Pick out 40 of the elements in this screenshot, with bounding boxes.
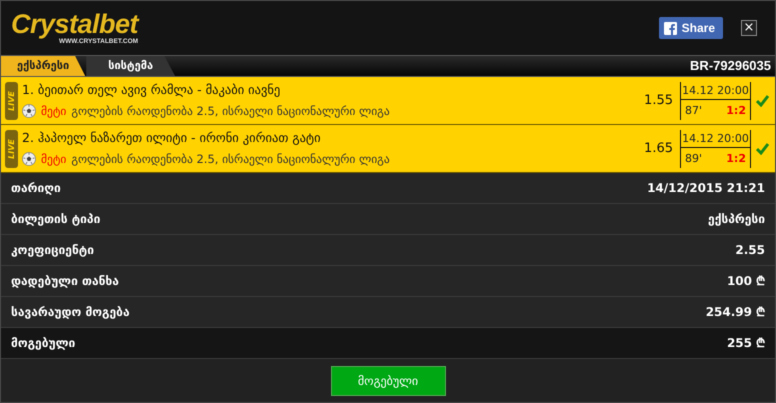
odds-value: 1.55: [644, 92, 673, 110]
match-minute: 87': [685, 103, 702, 119]
share-button[interactable]: Share: [658, 17, 723, 39]
match-minute: 89': [685, 151, 702, 167]
market-text: გოლების რაოდენობა 2.5, ისრაელი ნაციონალური ლიგა: [71, 150, 390, 168]
match-title: 2. ჰაპოელ ნაზარეთ ილიტი - ირონი კირიათ გატი: [22, 129, 322, 147]
bet-pick: მეტი: [41, 102, 66, 120]
odds-value: 1.65: [644, 140, 673, 158]
bet-pick: მეტი: [41, 150, 66, 168]
live-badge: LIVE: [5, 82, 18, 120]
currency-symbol: ₾: [756, 335, 765, 352]
close-button[interactable]: ×: [741, 20, 757, 36]
ticket-id: BR-79296035: [690, 57, 772, 76]
market-text: გოლების რაოდენობა 2.5, ისრაელი ნაციონალური ლიგა: [71, 102, 390, 120]
tab[interactable]: სისტემა: [86, 56, 176, 76]
detail-label: ბილეთის ტიპი: [11, 211, 100, 228]
detail-value: 254.99: [706, 304, 752, 321]
detail-value: 255: [726, 335, 752, 352]
match-score: 1:2: [726, 103, 746, 119]
facebook-icon: [664, 22, 677, 34]
detail-label: თარიღი: [11, 180, 61, 197]
detail-label: დადებული თანხა: [11, 273, 119, 290]
currency-symbol: ₾: [756, 273, 765, 290]
live-badge: LIVE: [5, 130, 18, 168]
detail-value: 100: [726, 273, 752, 290]
detail-value: ექსპრესი: [708, 211, 765, 228]
match-datetime: 14.12 20:00: [681, 130, 750, 148]
soccer-ball-icon: [22, 152, 36, 166]
currency-symbol: ₾: [756, 304, 765, 321]
match-datetime: 14.12 20:00: [681, 82, 750, 100]
detail-value: 2.55: [735, 242, 765, 259]
detail-value: 14/12/2015 21:21: [647, 180, 765, 197]
match-title: 1. ბეითარ თელ ავივ რამლა - მაკაბი იავნე: [22, 81, 282, 99]
soccer-ball-icon: [22, 104, 36, 118]
tab[interactable]: ექსპრესი: [1, 56, 86, 76]
logo-text[interactable]: Crystalbet: [11, 10, 138, 38]
detail-label: სავარაუდო მოგება: [11, 304, 130, 321]
detail-label: კოეფიციენტი: [11, 242, 94, 259]
detail-label: მოგებული: [11, 335, 76, 352]
match-score: 1:2: [726, 151, 746, 167]
